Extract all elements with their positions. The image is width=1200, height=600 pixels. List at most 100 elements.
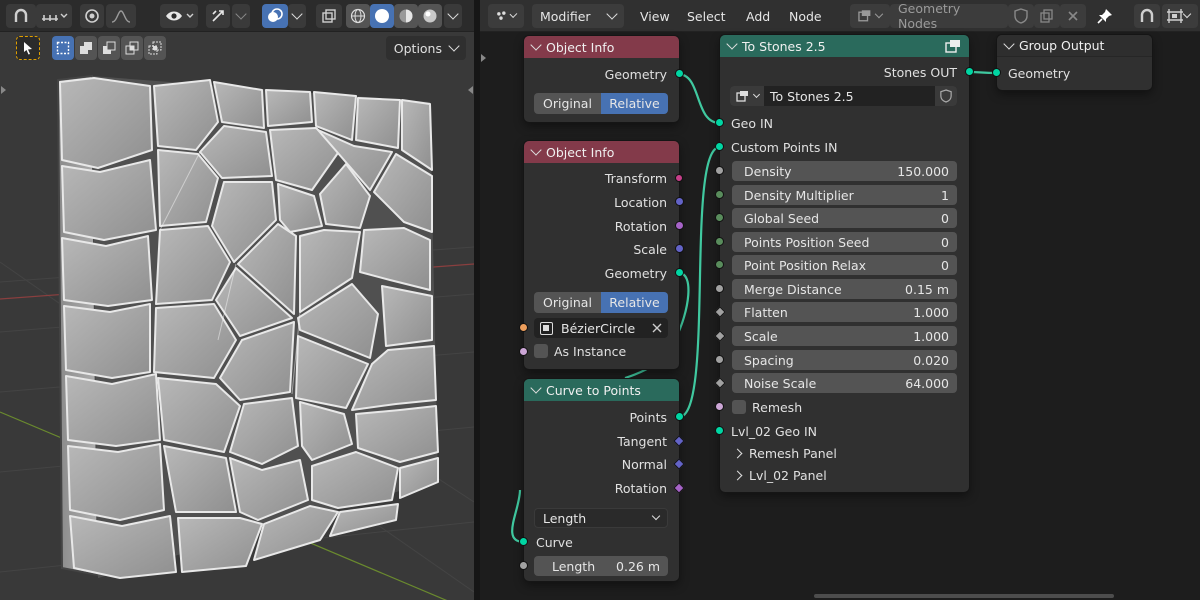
geometry-node-mode-select[interactable]: Modifier (532, 4, 624, 28)
fake-user-button[interactable] (935, 86, 957, 106)
collapse-chevron-icon[interactable] (1003, 37, 1015, 50)
float-input-socket[interactable] (715, 355, 724, 364)
float-input-socket[interactable] (715, 284, 724, 293)
scale-field[interactable]: Scale 1.000 (732, 326, 957, 346)
matrix-socket[interactable] (675, 174, 683, 182)
noise-scale-field[interactable]: Noise Scale 64.000 (732, 373, 957, 393)
density-field[interactable]: Density 150.000 (732, 161, 957, 181)
material-shading-icon[interactable] (394, 4, 418, 28)
toolbar-expand-arrow-icon[interactable] (481, 54, 486, 62)
flatten-field[interactable]: Flatten 1.000 (732, 302, 957, 322)
relative-option[interactable]: Relative (601, 292, 668, 313)
mode-new-icon[interactable] (52, 36, 74, 60)
global-seed-field[interactable]: Global Seed 0 (732, 208, 957, 228)
geo-in-socket[interactable] (715, 118, 724, 127)
snap-toggle-button[interactable] (1134, 4, 1160, 28)
node-editor[interactable]: Modifier View Select Add Node Geometry N… (480, 0, 1200, 600)
geometry-socket[interactable] (675, 268, 684, 277)
view-object-types-icon[interactable] (160, 4, 198, 28)
panel-remesh[interactable]: Remesh Panel (732, 443, 837, 463)
overlays-dropdown-chevron-icon[interactable] (288, 4, 306, 28)
remesh-row[interactable]: Remesh (732, 397, 802, 417)
relative-option[interactable]: Relative (601, 93, 668, 114)
collapse-chevron-icon[interactable] (530, 144, 542, 156)
object-input-socket[interactable] (519, 323, 528, 332)
rotation-socket[interactable] (675, 221, 684, 230)
snap-element-button[interactable] (1162, 4, 1198, 28)
node-header[interactable]: Object Info (524, 141, 679, 163)
transform-space-toggle[interactable]: Original Relative (534, 292, 668, 313)
int-input-socket[interactable] (715, 190, 724, 199)
node-group-browse[interactable] (730, 86, 764, 106)
fake-user-button[interactable] (1008, 4, 1034, 28)
original-option[interactable]: Original (534, 93, 601, 114)
node-header[interactable]: To Stones 2.5 (720, 35, 969, 57)
collapse-chevron-icon[interactable] (726, 38, 738, 50)
menu-view[interactable]: View (640, 6, 670, 26)
wireframe-shading-icon[interactable] (346, 4, 370, 28)
node-header[interactable]: Curve to Points (524, 379, 679, 401)
spacing-field[interactable]: Spacing 0.020 (732, 350, 957, 370)
rendered-shading-icon[interactable] (418, 4, 442, 28)
stones-out-socket[interactable] (965, 67, 974, 76)
mode-select[interactable]: Length (534, 508, 668, 528)
toolbar-expand-arrow-icon[interactable] (1, 86, 6, 94)
overlays-icon[interactable] (262, 4, 288, 28)
geometry-socket[interactable] (675, 69, 684, 78)
collapse-chevron-icon[interactable] (530, 39, 542, 51)
sidebar-expand-arrow-icon[interactable] (468, 86, 473, 94)
menu-node[interactable]: Node (789, 6, 822, 26)
node-header[interactable]: Group Output (997, 35, 1152, 57)
options-dropdown[interactable]: Options (385, 36, 466, 60)
collapse-chevron-icon[interactable] (530, 382, 542, 394)
node-group-browse-button[interactable] (850, 4, 890, 28)
point-position-relax-field[interactable]: Point Position Relax 0 (732, 255, 957, 275)
boolean-input-socket[interactable] (519, 347, 528, 356)
clear-icon[interactable] (652, 323, 662, 333)
remesh-checkbox[interactable] (732, 400, 746, 414)
boolean-input-socket[interactable] (715, 402, 724, 411)
mode-extend-icon[interactable] (75, 36, 97, 60)
select-cursor-icon[interactable] (16, 36, 40, 60)
object-info-node-1[interactable]: Object Info Geometry Original Relative (524, 36, 684, 122)
unlink-button[interactable] (1060, 4, 1086, 28)
object-field[interactable]: BézierCircle (534, 318, 668, 338)
merge-distance-field[interactable]: Merge Distance 0.15 m (732, 279, 957, 299)
shading-dropdown-chevron-icon[interactable] (444, 4, 462, 28)
xray-icon[interactable] (316, 4, 342, 28)
geometry-input-socket[interactable] (992, 68, 1001, 77)
gizmo-icon[interactable] (206, 4, 230, 28)
int-input-socket[interactable] (715, 237, 724, 246)
menu-add[interactable]: Add (746, 6, 770, 26)
duplicate-button[interactable] (1034, 4, 1060, 28)
menu-select[interactable]: Select (687, 6, 726, 26)
falloff-icon[interactable] (106, 4, 136, 28)
lvl02-geo-in-socket[interactable] (715, 426, 724, 435)
group-output-node[interactable]: Group Output Geometry (992, 35, 1152, 90)
panel-lvl02[interactable]: Lvl_02 Panel (732, 465, 827, 485)
snap-increment-icon[interactable] (36, 4, 72, 28)
magnet-icon[interactable] (6, 4, 36, 28)
length-field[interactable]: Length 0.26 m (534, 556, 668, 576)
object-info-node-2[interactable]: Object Info Transform Location Rotation … (519, 141, 684, 369)
curve-input-socket[interactable] (519, 537, 528, 546)
horizontal-scrollbar[interactable] (814, 594, 1114, 598)
node-group-selector[interactable]: To Stones 2.5 (730, 86, 957, 106)
float-input-socket[interactable] (715, 166, 724, 175)
pin-button[interactable] (1092, 4, 1118, 28)
vector-socket[interactable] (675, 244, 684, 253)
vector-socket[interactable] (675, 197, 684, 206)
mode-intersect-icon[interactable] (144, 36, 166, 60)
mode-subtract-icon[interactable] (98, 36, 120, 60)
float-input-socket[interactable] (519, 561, 528, 570)
to-stones-node[interactable]: To Stones 2.5 Stones OUT To Stones 2.5 G… (714, 35, 974, 492)
transform-space-toggle[interactable]: Original Relative (534, 93, 668, 114)
curve-to-points-node[interactable]: Curve to Points Points Tangent Normal Ro… (519, 379, 685, 581)
int-input-socket[interactable] (715, 260, 724, 269)
node-group-name-field[interactable]: Geometry Nodes (890, 1, 1008, 31)
mode-difference-icon[interactable] (121, 36, 143, 60)
points-position-seed-field[interactable]: Points Position Seed 0 (732, 232, 957, 252)
points-socket[interactable] (675, 412, 684, 421)
viewport-3d[interactable]: Options (0, 0, 474, 600)
custom-points-socket[interactable] (715, 142, 724, 151)
